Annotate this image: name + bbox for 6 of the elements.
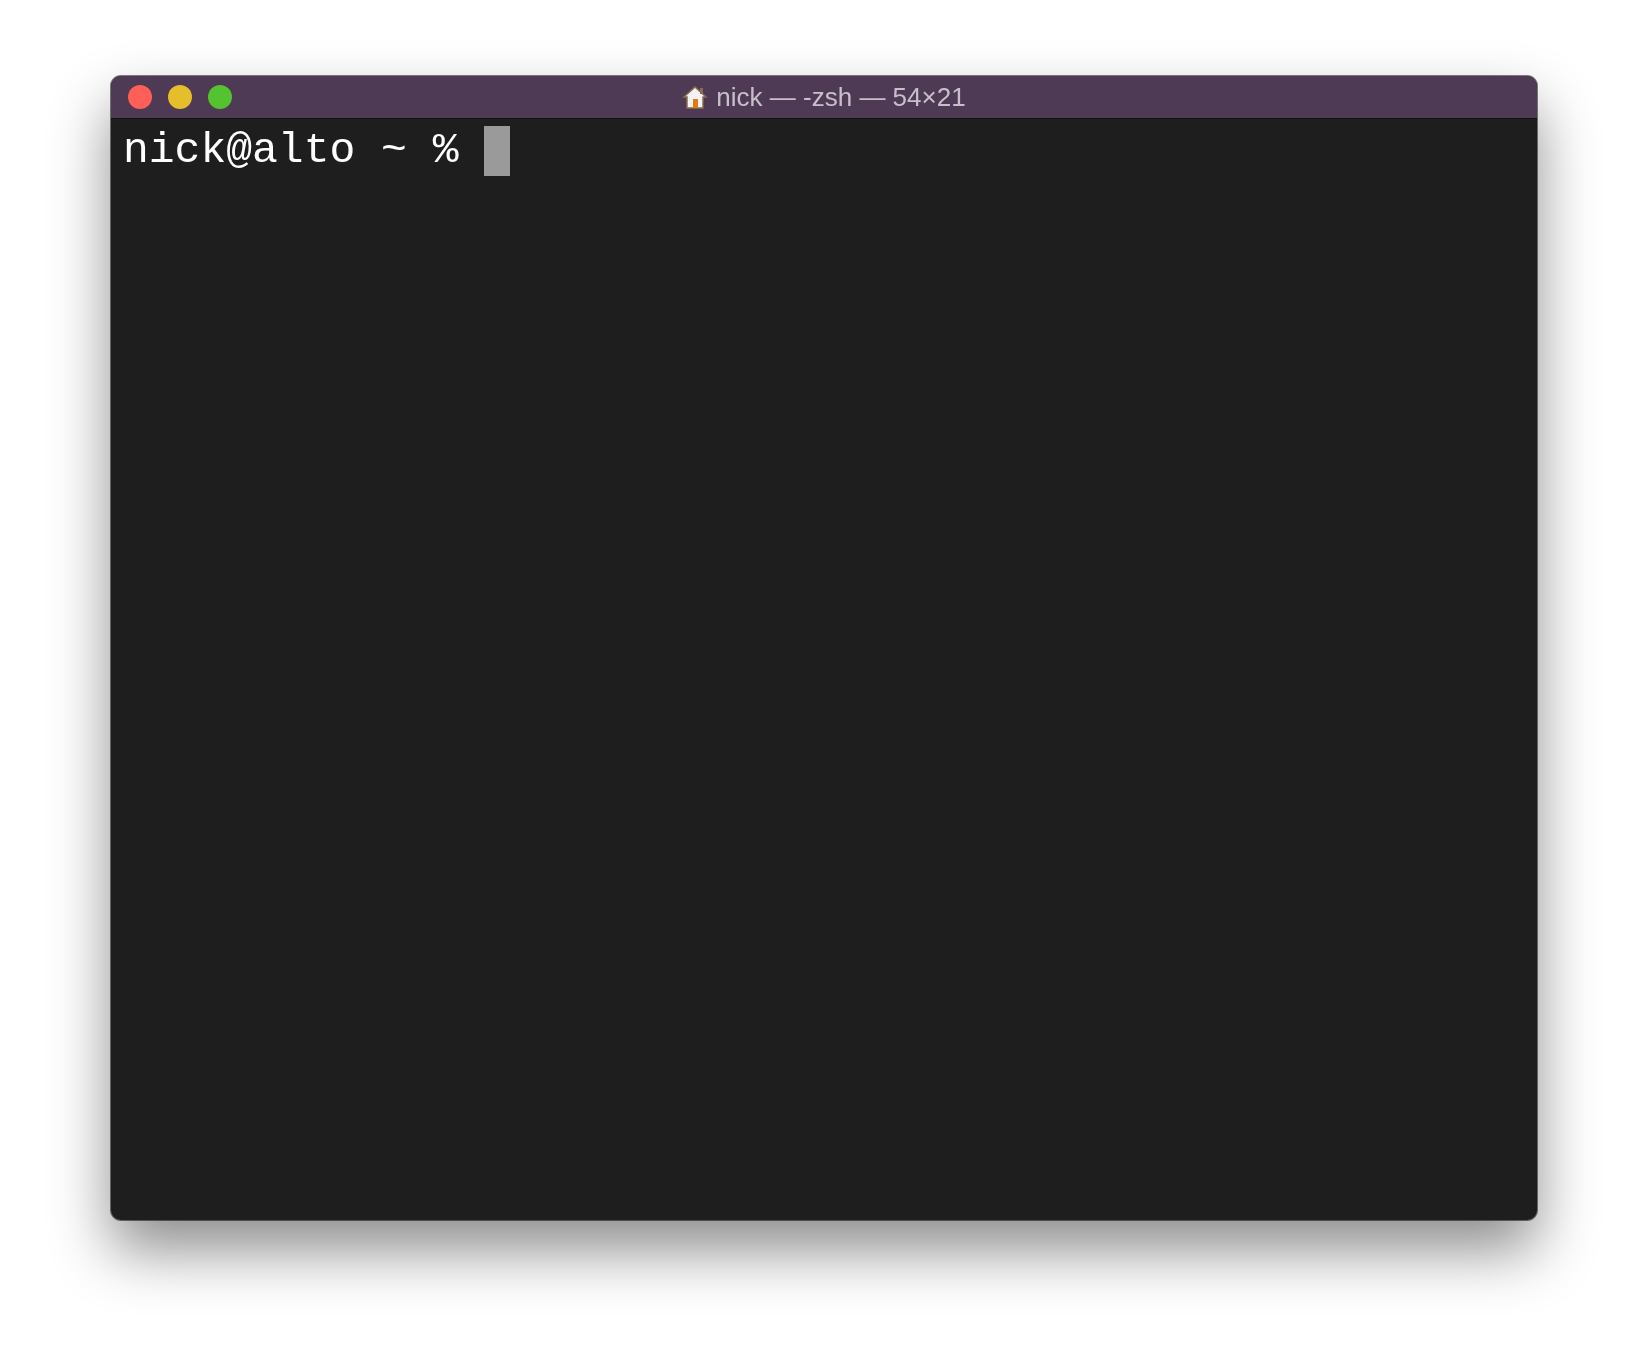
zoom-button[interactable] [208, 85, 232, 109]
shell-prompt: nick@alto ~ % [123, 125, 459, 177]
minimize-button[interactable] [168, 85, 192, 109]
window-title: nick — -zsh — 54×21 [716, 80, 966, 114]
close-button[interactable] [128, 85, 152, 109]
house-icon [682, 84, 709, 110]
